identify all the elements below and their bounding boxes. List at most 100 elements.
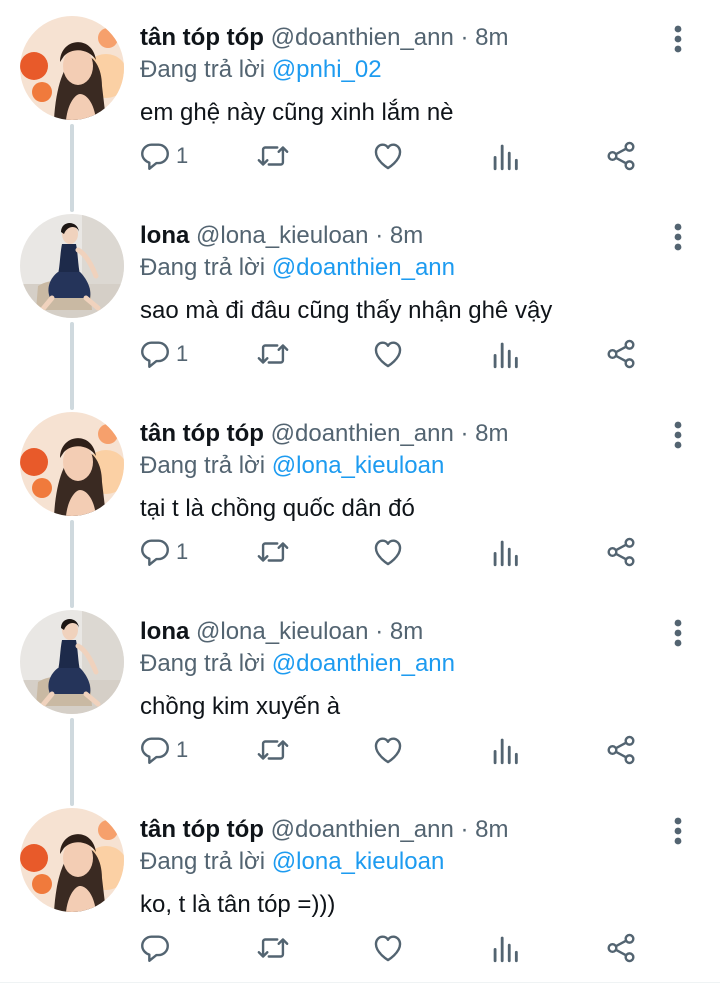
- user-handle[interactable]: @doanthien_ann: [271, 816, 454, 843]
- heart-icon: [374, 737, 402, 764]
- timestamp[interactable]: 8m: [475, 816, 508, 843]
- replying-label: Đang trả lời: [140, 650, 266, 677]
- display-name[interactable]: lona: [140, 618, 189, 645]
- mention-link[interactable]: @lona_kieuloan: [272, 452, 445, 479]
- views-chart-icon: [493, 144, 518, 171]
- like-button[interactable]: [371, 136, 405, 176]
- action-bar: 1: [138, 334, 658, 374]
- avatar-seated-dress: [20, 214, 124, 318]
- like-button[interactable]: [371, 928, 405, 968]
- timestamp[interactable]: 8m: [475, 420, 508, 447]
- replying-label: Đang trả lời: [140, 848, 266, 875]
- tweet-header: lona @lona_kieuloan · 8m: [140, 616, 423, 648]
- more-options-button[interactable]: [664, 618, 692, 648]
- tweet-text: chồng kim xuyến à: [140, 693, 341, 720]
- reply-count: 1: [176, 143, 189, 168]
- reply-button[interactable]: [138, 928, 176, 968]
- retweet-button[interactable]: [256, 334, 290, 374]
- more-options-button[interactable]: [664, 420, 692, 450]
- mention-link[interactable]: @pnhi_02: [272, 56, 382, 83]
- tweet[interactable]: lona @lona_kieuloan · 8m Đang trả lời @d…: [0, 594, 720, 792]
- more-options-button[interactable]: [664, 24, 692, 54]
- mention-link[interactable]: @doanthien_ann: [272, 650, 455, 677]
- display-name[interactable]: tân tóp tóp: [140, 24, 264, 51]
- tweet-header: tân tóp tóp @doanthien_ann · 8m: [140, 418, 509, 450]
- mention-link[interactable]: @lona_kieuloan: [272, 848, 445, 875]
- views-button[interactable]: [488, 136, 522, 176]
- action-bar: [138, 928, 658, 968]
- avatar-flower-portrait: [20, 808, 124, 912]
- tweet-header: tân tóp tóp @doanthien_ann · 8m: [140, 814, 509, 846]
- share-button[interactable]: [604, 928, 638, 968]
- reply-bubble-icon: [141, 143, 169, 170]
- mention-link[interactable]: @doanthien_ann: [272, 254, 455, 281]
- avatar[interactable]: [20, 808, 124, 912]
- tweet[interactable]: lona @lona_kieuloan · 8m Đang trả lời @d…: [0, 198, 720, 396]
- heart-icon: [374, 341, 402, 368]
- views-button[interactable]: [488, 730, 522, 770]
- more-options-button[interactable]: [664, 222, 692, 252]
- views-chart-icon: [493, 342, 518, 369]
- like-button[interactable]: [371, 334, 405, 374]
- user-handle[interactable]: @lona_kieuloan: [196, 618, 369, 645]
- retweet-button[interactable]: [256, 928, 290, 968]
- tweet-text: em ghệ này cũng xinh lắm nè: [140, 99, 454, 126]
- timestamp[interactable]: 8m: [390, 222, 423, 249]
- reply-button[interactable]: 1: [138, 136, 188, 176]
- views-chart-icon: [493, 540, 518, 567]
- retweet-icon: [257, 740, 289, 760]
- display-name[interactable]: tân tóp tóp: [140, 420, 264, 447]
- action-bar: 1: [138, 136, 658, 176]
- retweet-icon: [257, 344, 289, 364]
- user-handle[interactable]: @doanthien_ann: [271, 24, 454, 51]
- share-button[interactable]: [604, 334, 638, 374]
- separator-dot: ·: [375, 222, 384, 249]
- more-vertical-icon: [674, 223, 682, 251]
- retweet-icon: [257, 938, 289, 958]
- user-handle[interactable]: @lona_kieuloan: [196, 222, 369, 249]
- views-chart-icon: [493, 738, 518, 765]
- share-icon: [607, 141, 635, 171]
- heart-icon: [374, 539, 402, 566]
- share-icon: [607, 735, 635, 765]
- views-button[interactable]: [488, 928, 522, 968]
- retweet-button[interactable]: [256, 532, 290, 572]
- tweet[interactable]: tân tóp tóp @doanthien_ann · 8m Đang trả…: [0, 396, 720, 594]
- tweet-header: lona @lona_kieuloan · 8m: [140, 220, 423, 252]
- retweet-button[interactable]: [256, 136, 290, 176]
- avatar[interactable]: [20, 412, 124, 516]
- heart-icon: [374, 143, 402, 170]
- like-button[interactable]: [371, 730, 405, 770]
- display-name[interactable]: tân tóp tóp: [140, 816, 264, 843]
- user-handle[interactable]: @doanthien_ann: [271, 420, 454, 447]
- retweet-icon: [257, 146, 289, 166]
- separator-dot: ·: [375, 618, 384, 645]
- share-button[interactable]: [604, 136, 638, 176]
- reply-button[interactable]: 1: [138, 532, 188, 572]
- more-options-button[interactable]: [664, 816, 692, 846]
- timestamp[interactable]: 8m: [390, 618, 423, 645]
- views-button[interactable]: [488, 532, 522, 572]
- reply-bubble-icon: [141, 341, 169, 368]
- tweet[interactable]: tân tóp tóp @doanthien_ann · 8m Đang trả…: [0, 792, 720, 990]
- reply-button[interactable]: 1: [138, 334, 188, 374]
- share-button[interactable]: [604, 730, 638, 770]
- tweet[interactable]: tân tóp tóp @doanthien_ann · 8m Đang trả…: [0, 0, 720, 198]
- more-vertical-icon: [674, 421, 682, 449]
- reply-button[interactable]: 1: [138, 730, 188, 770]
- timestamp[interactable]: 8m: [475, 24, 508, 51]
- reply-count: 1: [176, 341, 189, 366]
- avatar[interactable]: [20, 16, 124, 120]
- views-button[interactable]: [488, 334, 522, 374]
- avatar[interactable]: [20, 214, 124, 318]
- like-button[interactable]: [371, 532, 405, 572]
- display-name[interactable]: lona: [140, 222, 189, 249]
- reply-count: 1: [176, 737, 189, 762]
- retweet-button[interactable]: [256, 730, 290, 770]
- more-vertical-icon: [674, 619, 682, 647]
- bottom-divider: [0, 982, 720, 983]
- share-button[interactable]: [604, 532, 638, 572]
- avatar[interactable]: [20, 610, 124, 714]
- views-chart-icon: [493, 936, 518, 963]
- reply-bubble-icon: [141, 737, 169, 764]
